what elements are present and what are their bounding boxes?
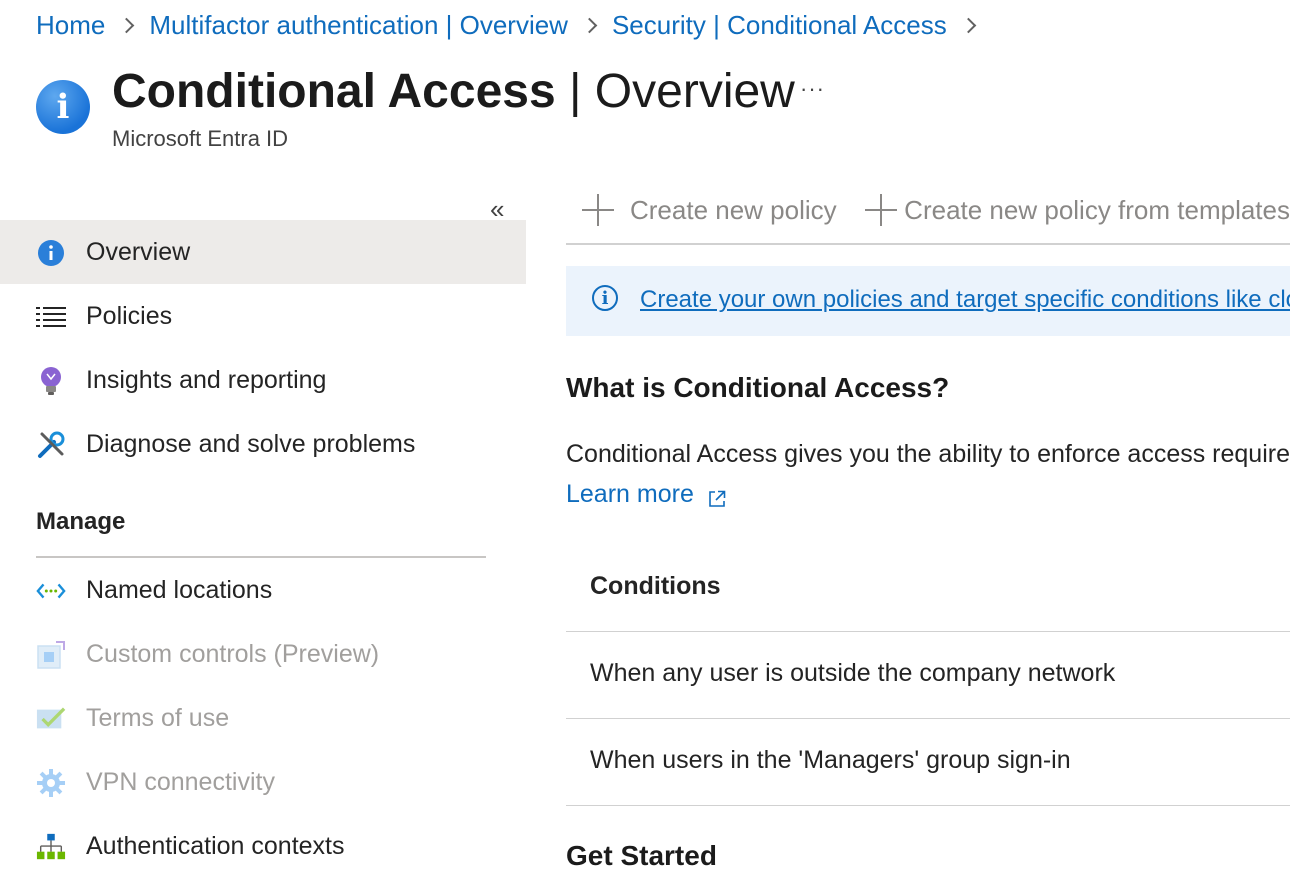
get-started-heading: Get Started [566,840,717,871]
sidebar-item-label: Terms of use [86,703,230,732]
sidebar-item-label: Named locations [86,575,273,604]
sidebar-item-policies[interactable]: Policies [0,284,526,348]
external-link-icon [708,486,726,507]
list-icon [36,302,66,332]
add-icon [582,194,614,226]
table-row: When users in the 'Managers' group sign-… [566,719,1290,806]
command-bar-divider [566,243,1290,245]
section-header-manage: Manage [36,508,126,535]
condition-text: When users in the 'Managers' group sign-… [590,746,1071,774]
create-policy-from-templates-button[interactable]: Create new policy from templates [865,190,1290,230]
add-icon [865,194,898,226]
page-title-main: Conditional Access [112,65,556,118]
sidebar-item-label: VPN connectivity [86,767,275,796]
info-icon: i [36,80,90,134]
info-icon [36,238,66,268]
conditions-header: Conditions [590,572,721,600]
what-is-heading: What is Conditional Access? [566,372,950,403]
lightbulb-icon [36,366,66,396]
table-header: Conditions [566,545,1290,632]
collapse-sidebar-button[interactable]: « [490,196,504,222]
page-title: Conditional Access | Overview [112,62,795,122]
sidebar-item-named-locations[interactable]: Named locations [0,558,526,622]
breadcrumb-mfa-overview[interactable]: Multifactor authentication | Overview [149,10,568,41]
learn-more-label: Learn more [566,480,694,508]
sidebar-item-label: Authentication contexts [86,831,345,860]
chevron-right-icon [568,8,612,42]
conditions-table: Conditions When any user is outside the … [566,545,1290,806]
sidebar-item-terms-of-use[interactable]: Terms of use [0,686,526,750]
learn-more-link[interactable]: Learn more [566,480,726,509]
chevron-right-icon [947,8,991,42]
sidebar-item-custom-controls[interactable]: Custom controls (Preview) [0,622,526,686]
sidebar-item-diagnose[interactable]: Diagnose and solve problems [0,412,526,476]
create-policy-from-templates-label: Create new policy from templates [904,194,1290,225]
table-row: When any user is outside the company net… [566,632,1290,719]
info-icon: i [592,285,618,311]
sidebar-item-authentication-contexts[interactable]: Authentication contexts [0,814,526,878]
wrench-icon [36,430,66,460]
info-banner: i Create your own policies and target sp… [566,266,1290,336]
sidebar-item-vpn-connectivity[interactable]: VPN connectivity [0,750,526,814]
breadcrumb: Home Multifactor authentication | Overvi… [36,8,991,42]
sidebar-item-overview[interactable]: Overview [0,220,526,284]
sidebar-item-insights[interactable]: Insights and reporting [0,348,526,412]
condition-text: When any user is outside the company net… [590,659,1116,687]
sidebar-item-label: Policies [86,301,173,330]
hierarchy-icon [36,832,66,862]
info-banner-link[interactable]: Create your own policies and target spec… [640,286,1290,314]
sidebar-item-label: Insights and reporting [86,365,327,394]
page-subtitle: Microsoft Entra ID [112,126,289,151]
checkmark-doc-icon [36,704,66,734]
sidebar-item-label: Diagnose and solve problems [86,429,416,458]
sidebar-item-label: Overview [86,237,191,266]
more-options-button[interactable]: ··· [800,76,825,102]
gear-icon [36,768,66,798]
create-new-policy-button[interactable]: Create new policy [582,190,837,230]
page-title-section: | Overview [555,65,795,118]
sidebar-item-label: Custom controls (Preview) [86,639,380,668]
custom-controls-icon [36,640,66,670]
breadcrumb-security-conditional-access[interactable]: Security | Conditional Access [612,10,947,41]
description-text: Conditional Access gives you the ability… [566,440,1290,468]
create-new-policy-label: Create new policy [630,194,837,225]
breadcrumb-home[interactable]: Home [36,10,105,41]
network-arrows-icon [36,576,66,606]
chevron-right-icon [105,8,149,42]
